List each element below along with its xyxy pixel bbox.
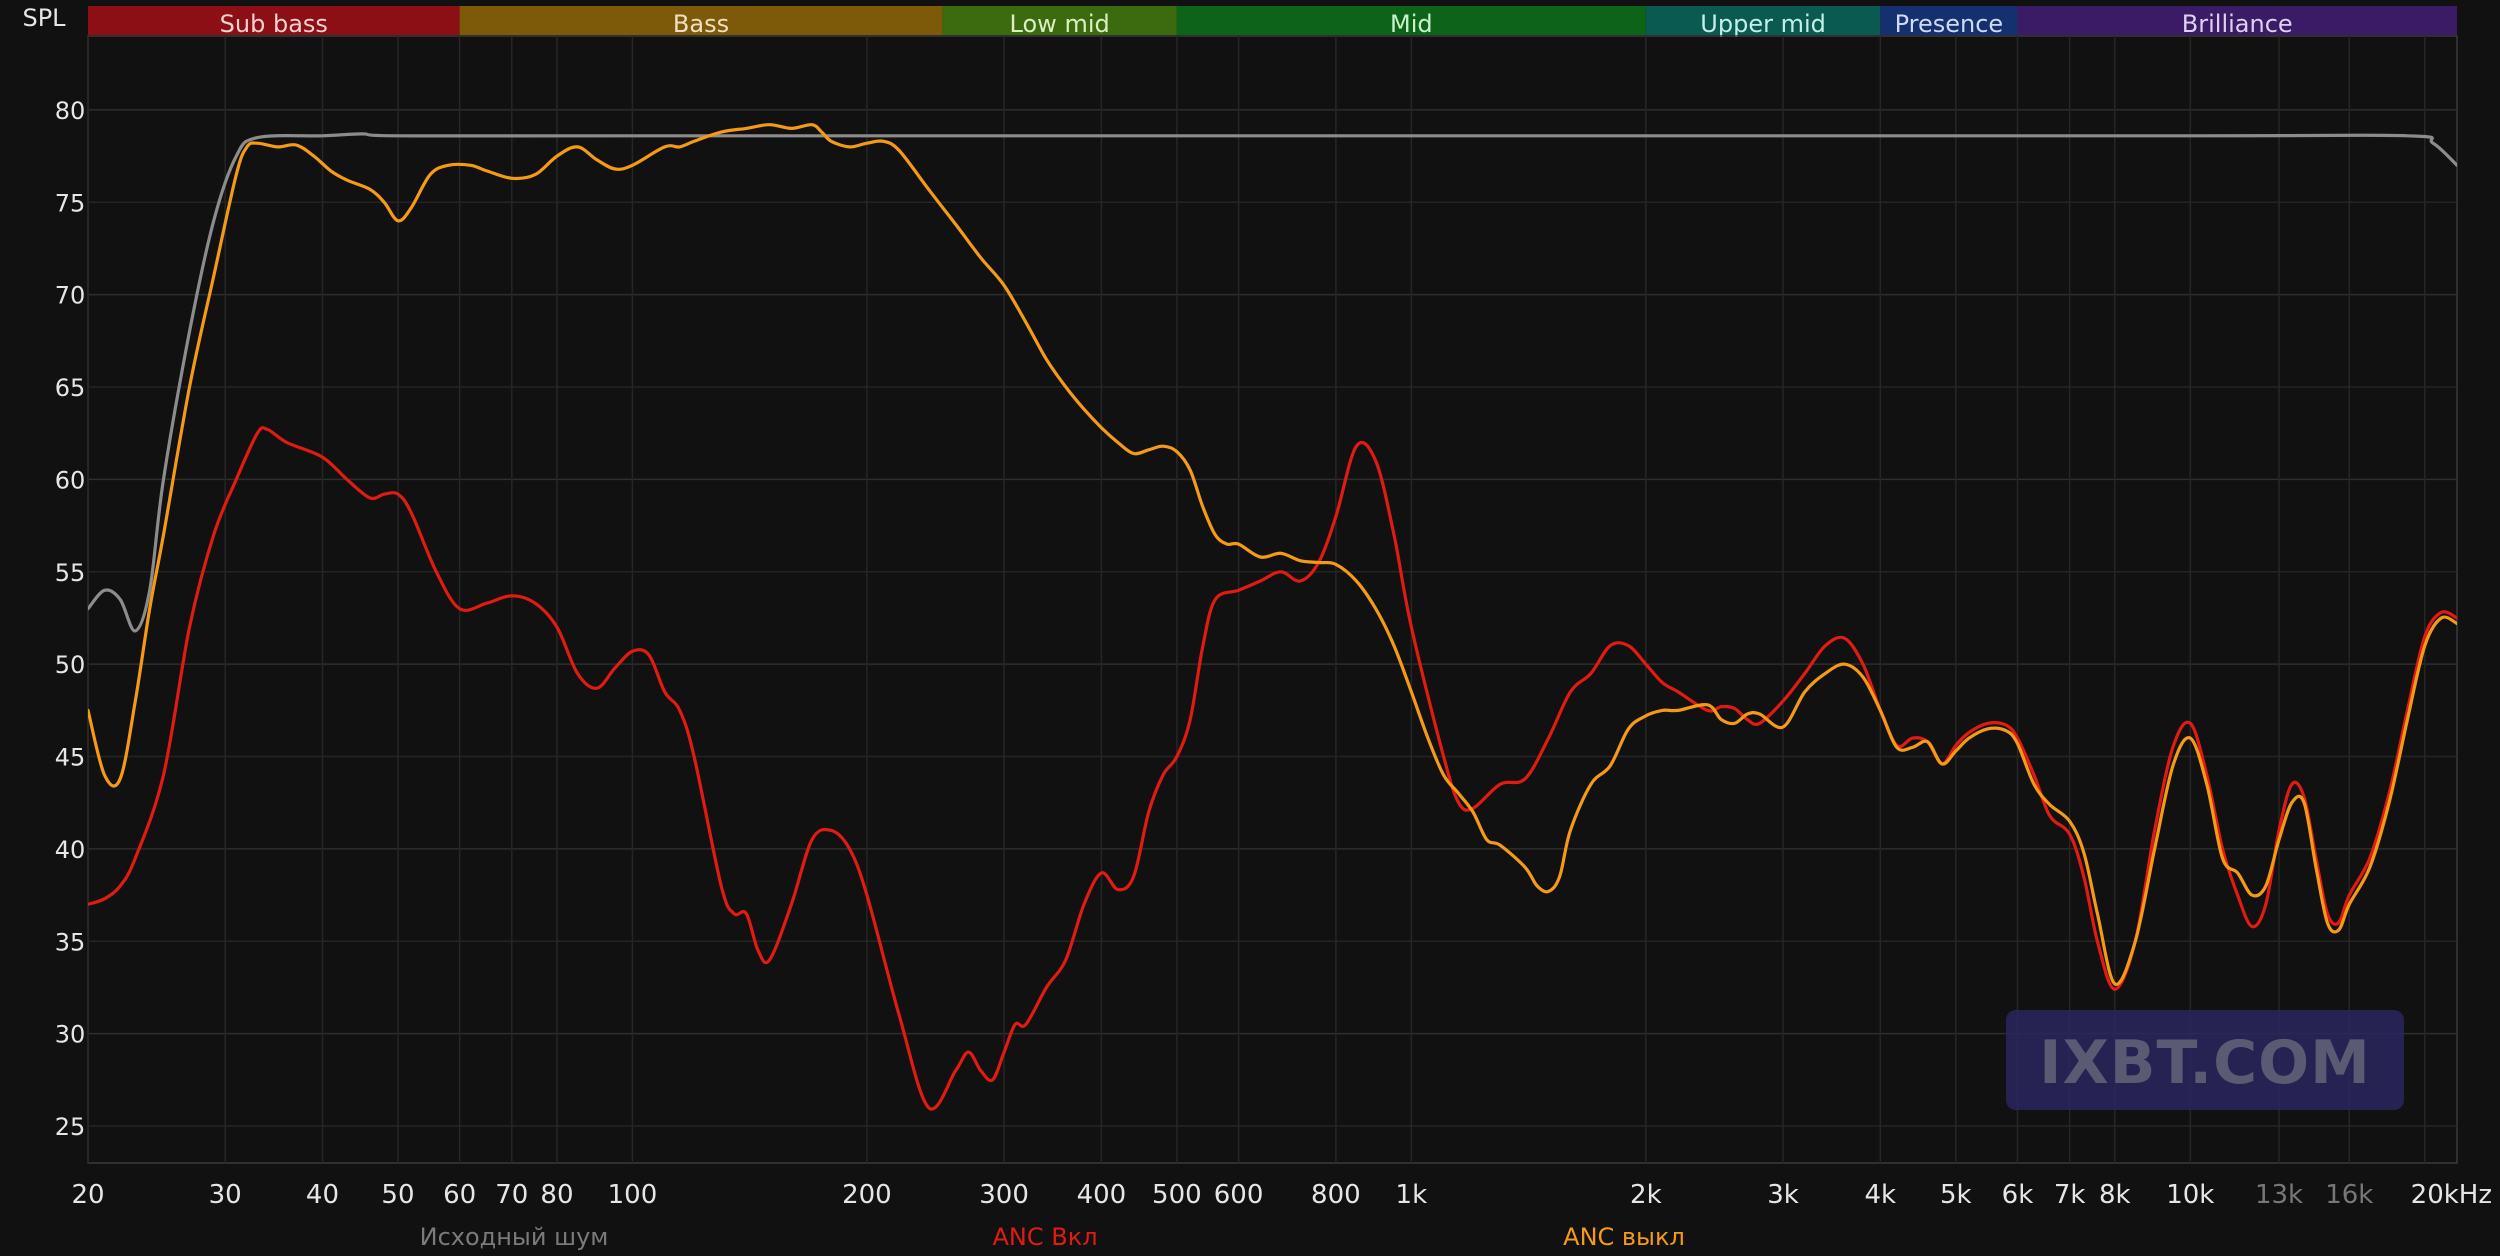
band-label: Mid	[1390, 10, 1433, 38]
band-label: Upper mid	[1700, 10, 1826, 38]
x-tick-label: 300	[979, 1180, 1029, 1210]
watermark: IXBT.COM	[2006, 1010, 2404, 1110]
x-tick-label: 20kHz	[2411, 1180, 2492, 1210]
y-tick-label: 80	[55, 97, 86, 125]
legend-entry-1: Исходный шум	[420, 1223, 609, 1251]
x-tick-label: 7k	[2054, 1180, 2086, 1210]
x-tick-label: 1k	[1396, 1180, 1428, 1210]
band-label: Low mid	[1010, 10, 1110, 38]
x-tick-label: 100	[608, 1180, 658, 1210]
x-tick-label: 2k	[1630, 1180, 1662, 1210]
x-tick-label: 800	[1311, 1180, 1361, 1210]
y-tick-label: 50	[55, 651, 86, 679]
band-label: Bass	[673, 10, 729, 38]
x-tick-label: 3k	[1767, 1180, 1799, 1210]
x-tick-label: 50	[381, 1180, 414, 1210]
y-tick-label: 35	[55, 928, 86, 956]
frequency-response-chart: Sub bass Bass Low mid Mid Upper mid Presence B…	[0, 0, 2500, 1256]
legend-entry-2: ANC Вкл	[992, 1223, 1097, 1251]
x-tick-label: 30	[209, 1180, 242, 1210]
x-tick-label: 80	[540, 1180, 573, 1210]
x-tick-label: 60	[443, 1180, 476, 1210]
x-tick-label: 13k	[2255, 1180, 2303, 1210]
x-tick-label: 6k	[2002, 1180, 2034, 1210]
x-tick-label: 400	[1077, 1180, 1127, 1210]
y-tick-label: 25	[55, 1113, 86, 1141]
x-tick-label: 200	[842, 1180, 892, 1210]
x-tick-label: 500	[1152, 1180, 1202, 1210]
x-tick-label: 40	[306, 1180, 339, 1210]
x-tick-label: 5k	[1940, 1180, 1972, 1210]
y-axis-label: SPL	[22, 4, 66, 32]
y-tick-label: 75	[55, 189, 86, 217]
x-tick-label: 8k	[2099, 1180, 2131, 1210]
x-tick-label: 20	[71, 1180, 104, 1210]
x-tick-label: 16k	[2325, 1180, 2373, 1210]
legend-entry-3: ANC выкл	[1563, 1223, 1685, 1251]
frequency-bands: Sub bass Bass Low mid Mid Upper mid Presence B…	[88, 6, 2457, 38]
y-tick-label: 30	[55, 1021, 86, 1049]
band-label: Sub bass	[220, 10, 328, 38]
band-label: Brilliance	[2182, 10, 2293, 38]
x-tick-label: 70	[495, 1180, 528, 1210]
x-tick-label: 10k	[2166, 1180, 2214, 1210]
x-tick-label: 600	[1214, 1180, 1264, 1210]
band-label: Presence	[1895, 10, 2004, 38]
y-tick-label: 45	[55, 744, 86, 772]
x-tick-label: 4k	[1865, 1180, 1897, 1210]
y-tick-label: 55	[55, 559, 86, 587]
y-tick-label: 60	[55, 466, 86, 494]
y-tick-label: 40	[55, 836, 86, 864]
y-tick-label: 65	[55, 374, 86, 402]
watermark-text: IXBT.COM	[2039, 1028, 2371, 1098]
y-tick-label: 70	[55, 282, 86, 310]
